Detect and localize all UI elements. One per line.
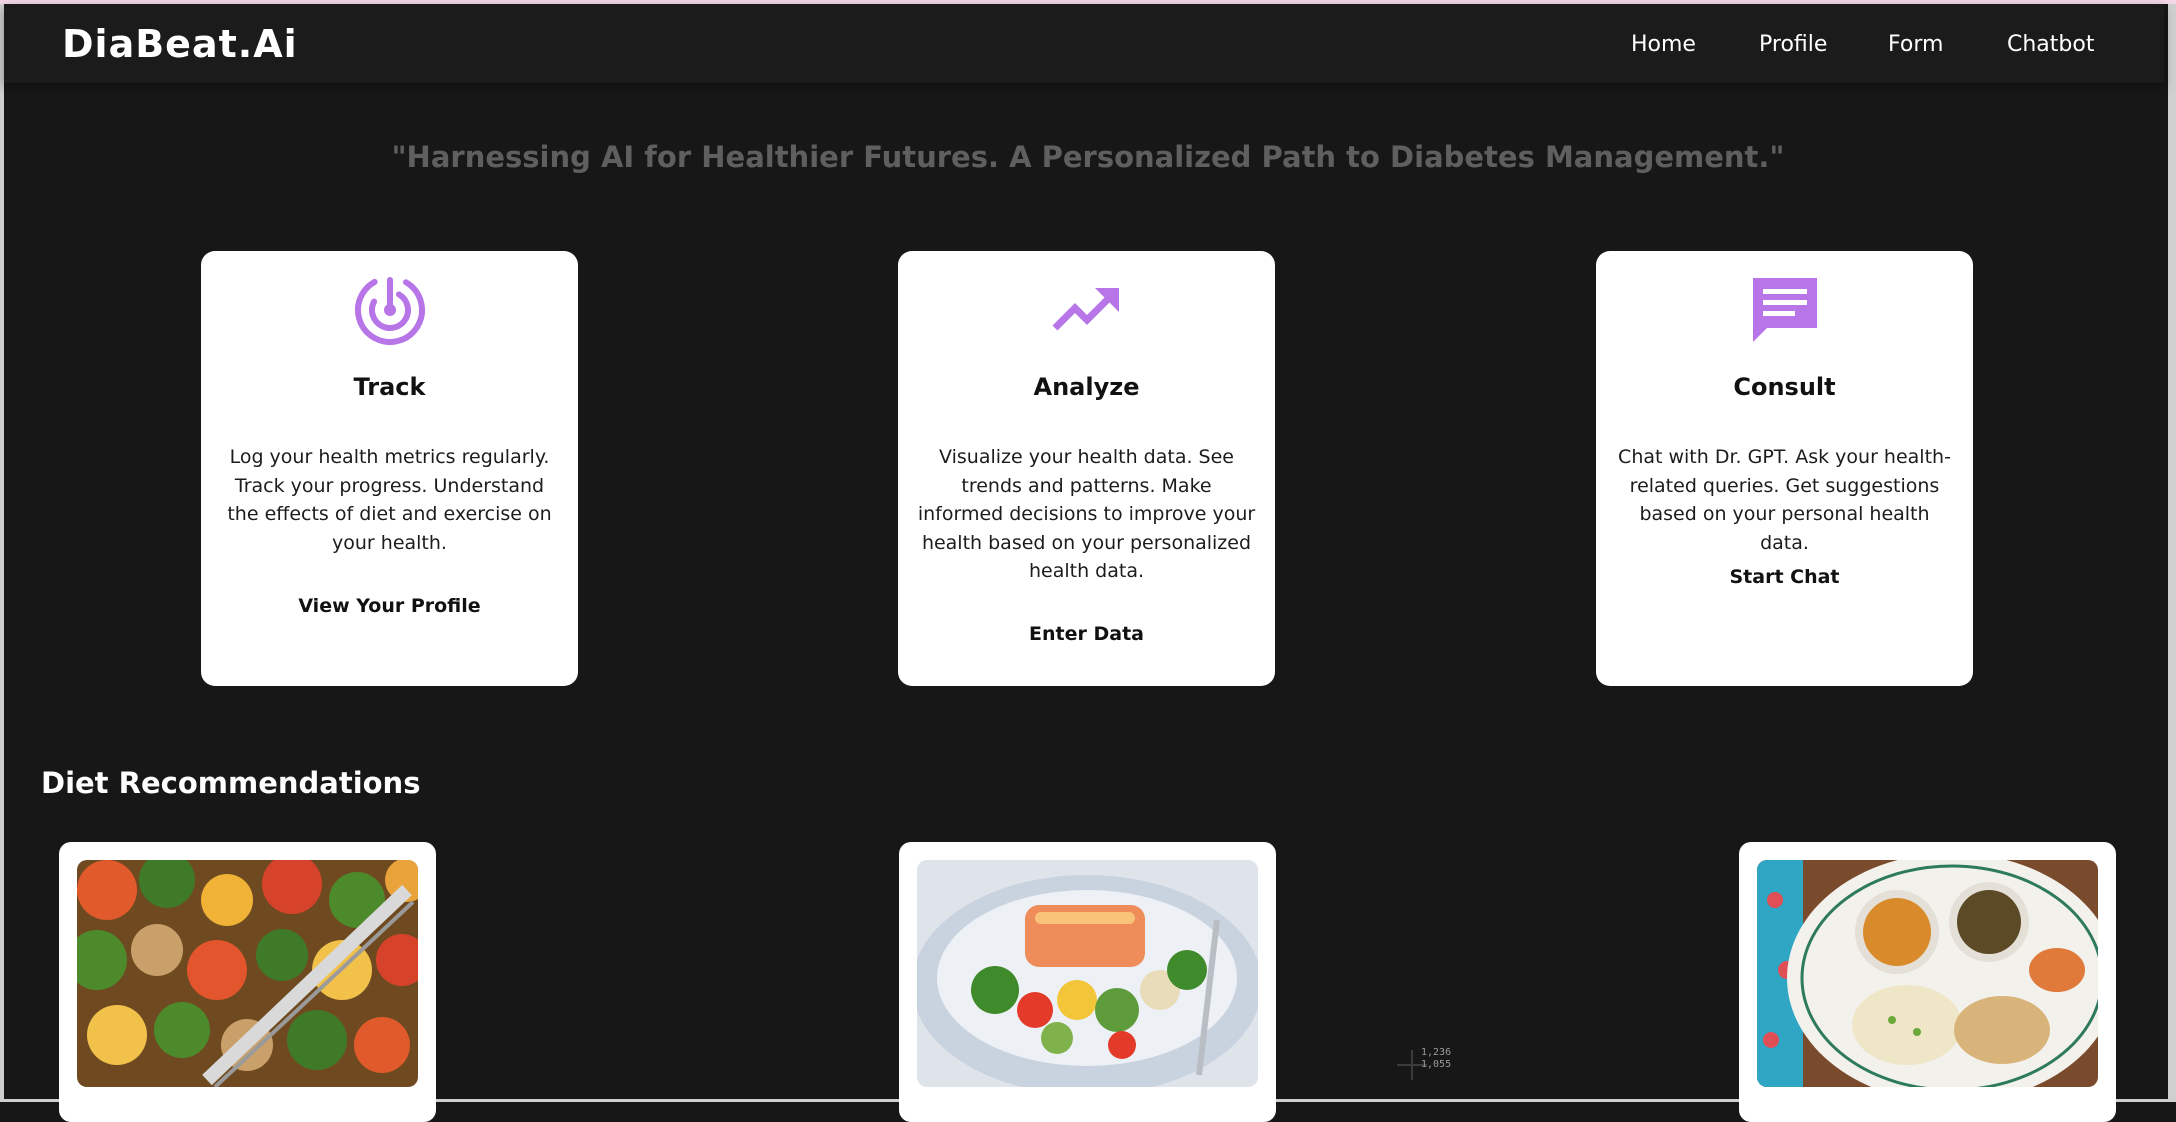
brand-logo[interactable]: DiaBeat.Ai: [62, 22, 298, 66]
diet-section-title: Diet Recommendations: [41, 766, 421, 800]
card-title: Analyze: [1033, 373, 1140, 401]
diet-card[interactable]: [1739, 842, 2116, 1122]
start-chat-link[interactable]: Start Chat: [1596, 566, 1973, 588]
feature-card-consult: Consult Chat with Dr. GPT. Ask your heal…: [1596, 251, 1973, 686]
nav-link-form[interactable]: Form: [1888, 32, 1943, 57]
navbar: DiaBeat.Ai Home Profile Form Chatbot: [4, 4, 2164, 83]
view-profile-link[interactable]: View Your Profile: [201, 595, 578, 617]
enter-data-link[interactable]: Enter Data: [898, 623, 1275, 645]
cursor-x-value: 1,236: [1421, 1047, 1452, 1058]
roasted-vegetables-chicken-photo: [77, 860, 418, 1087]
nav-link-chatbot[interactable]: Chatbot: [2007, 32, 2094, 57]
nav-link-home[interactable]: Home: [1631, 32, 1696, 57]
hero-tagline: "Harnessing AI for Healthier Futures. A …: [391, 140, 1785, 174]
diet-card[interactable]: [59, 842, 436, 1122]
radar-target-icon: [355, 275, 425, 345]
diet-card[interactable]: [899, 842, 1276, 1122]
card-description: Visualize your health data. See trends a…: [917, 446, 1256, 582]
card-description: Chat with Dr. GPT. Ask your health-relat…: [1618, 446, 1951, 554]
card-title: Track: [353, 373, 426, 401]
nav-link-profile[interactable]: Profile: [1759, 32, 1827, 57]
indian-thali-plate-photo: [1757, 860, 2098, 1087]
chat-bubble-icon: [1753, 278, 1817, 342]
card-description: Log your health metrics regularly. Track…: [227, 446, 552, 554]
feature-card-track: Track Log your health metrics regularly.…: [201, 251, 578, 686]
cursor-y-value: 1,055: [1421, 1059, 1452, 1070]
card-title: Consult: [1733, 373, 1836, 401]
salmon-vegetables-plate-photo: [917, 860, 1258, 1087]
feature-card-analyze: Analyze Visualize your health data. See …: [898, 251, 1275, 686]
trending-up-icon: [1052, 288, 1119, 331]
cursor-coordinate-readout: 1,236 1,055: [1421, 1047, 1451, 1071]
